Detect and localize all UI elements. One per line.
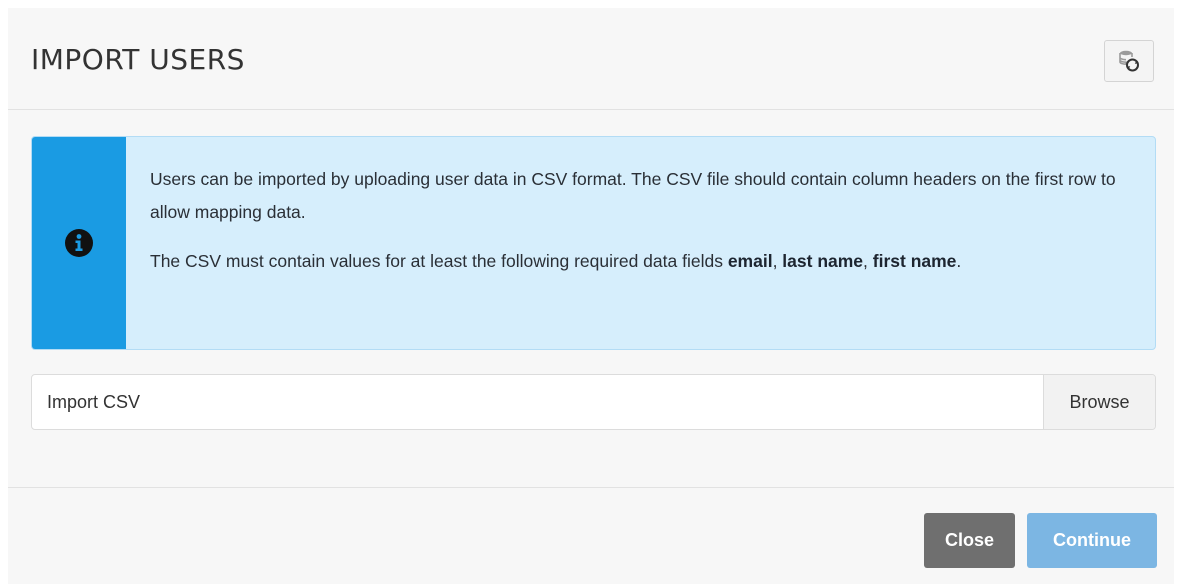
alert-paragraph-required-fields: The CSV must contain values for at least… xyxy=(150,245,1131,278)
modal-title: IMPORT USERS xyxy=(31,43,245,76)
field-last-name: last name xyxy=(782,251,864,271)
csv-file-input-label[interactable]: Import CSV xyxy=(32,375,1043,429)
field-email: email xyxy=(727,251,773,271)
alert-icon-column xyxy=(32,137,126,349)
required-fields-prefix: The CSV must contain values for at least… xyxy=(150,251,728,271)
close-button[interactable]: Close xyxy=(924,513,1015,568)
browse-button[interactable]: Browse xyxy=(1043,375,1155,429)
import-users-modal: IMPORT USERS Users can be imported by up… xyxy=(8,8,1174,584)
continue-button[interactable]: Continue xyxy=(1027,513,1157,568)
separator: , xyxy=(863,251,873,271)
separator: , xyxy=(772,251,783,271)
database-refresh-icon xyxy=(1119,50,1139,72)
modal-body: Users can be imported by uploading user … xyxy=(8,110,1174,488)
modal-header: IMPORT USERS xyxy=(8,8,1174,110)
refresh-button[interactable] xyxy=(1104,40,1154,82)
modal-footer: Close Continue xyxy=(8,488,1174,584)
info-alert: Users can be imported by uploading user … xyxy=(31,136,1156,350)
suffix: . xyxy=(956,251,962,271)
field-first-name: first name xyxy=(872,251,957,271)
csv-file-input[interactable]: Import CSV Browse xyxy=(31,374,1156,430)
alert-paragraph-intro: Users can be imported by uploading user … xyxy=(150,169,1116,222)
info-circle-icon xyxy=(65,229,93,257)
alert-text: Users can be imported by uploading user … xyxy=(126,137,1155,349)
